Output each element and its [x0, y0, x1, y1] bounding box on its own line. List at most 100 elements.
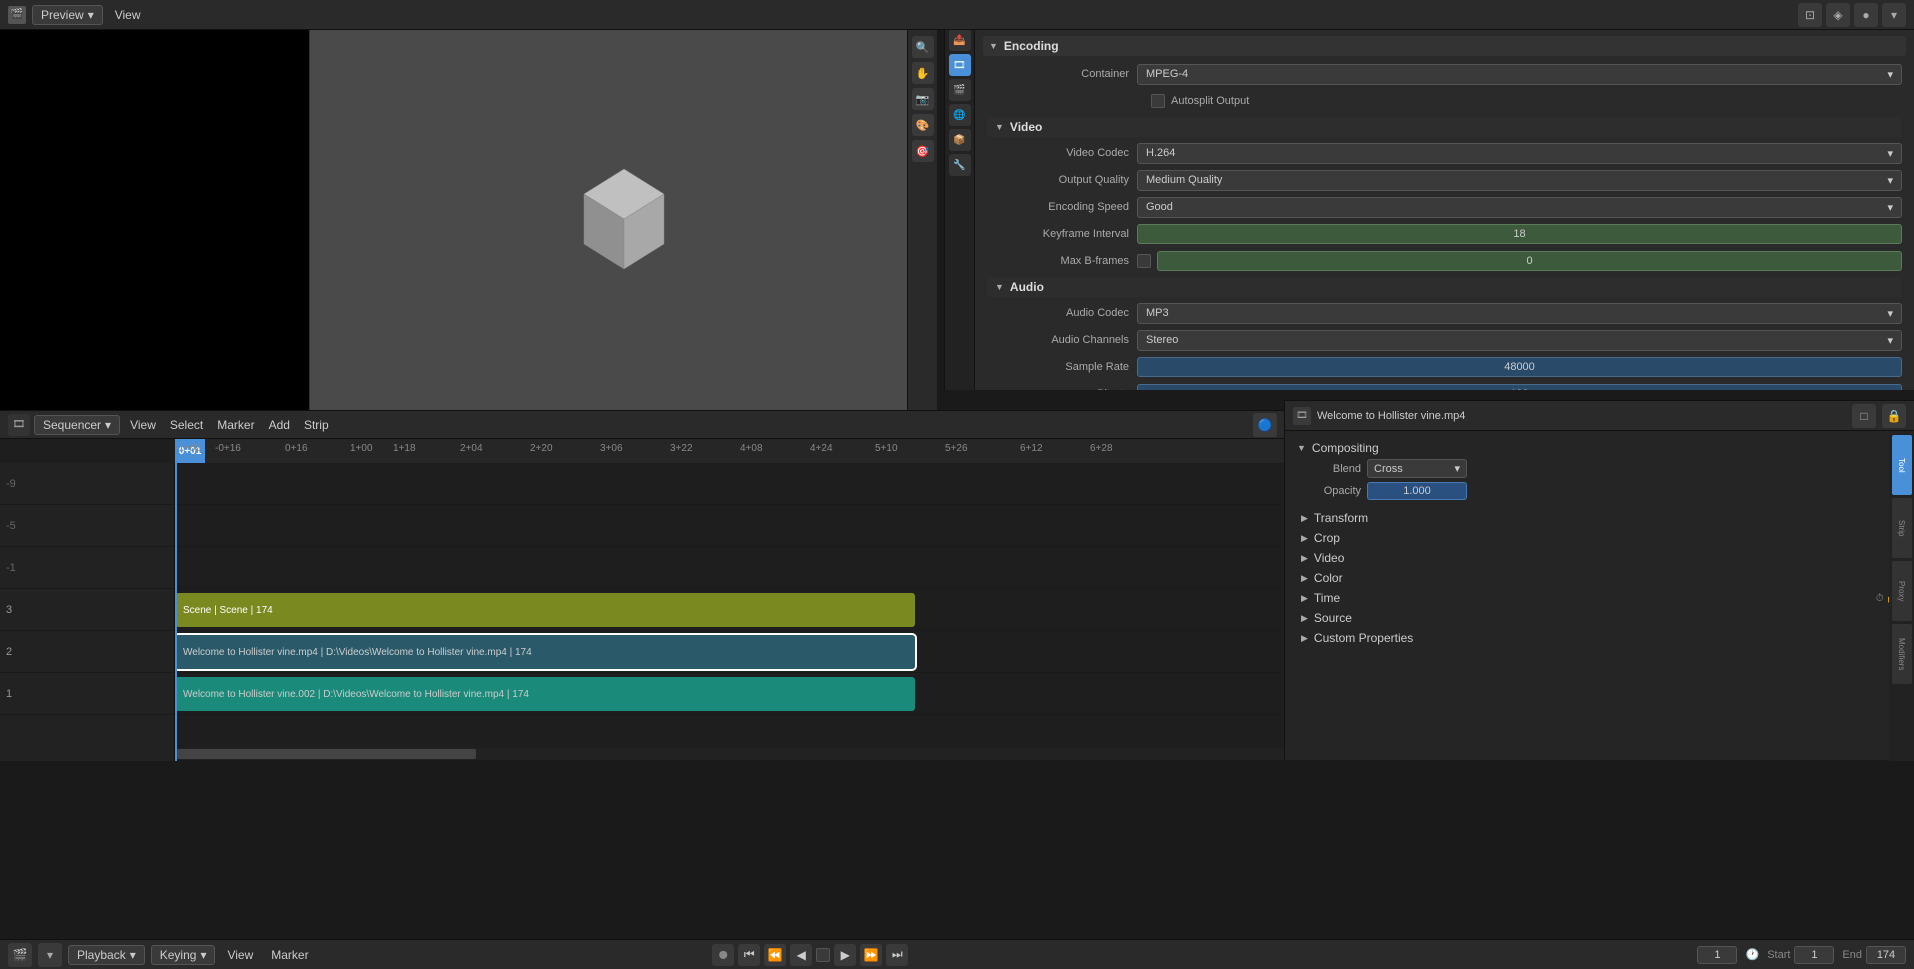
scene-strip[interactable]: Scene | Scene | 174 [175, 593, 915, 627]
color-item[interactable]: ▶ Color [1293, 568, 1906, 588]
seq-icon[interactable]: 🎞 [8, 414, 30, 436]
topbar-left: 🎬 Preview ▾ View [0, 5, 155, 25]
camera-icon[interactable]: 📷 [912, 88, 934, 110]
video-label: Video [1314, 551, 1344, 565]
ruler-306: 3+06 [600, 443, 623, 454]
output-quality-dropdown[interactable]: Medium Quality ▾ [1137, 170, 1902, 191]
viewport-area: 🔍 ✋ 📷 🎨 🎯 [0, 30, 937, 410]
modifier-prop-icon[interactable]: 🔧 [949, 154, 971, 176]
keyframe-interval-row: Keyframe Interval 18 [987, 222, 1902, 246]
overlay-icon[interactable]: ◈ [1826, 3, 1850, 27]
bottom-marker-menu[interactable]: Marker [265, 946, 314, 964]
video-codec-dropdown[interactable]: H.264 ▾ [1137, 143, 1902, 164]
audio-codec-dropdown[interactable]: MP3 ▾ [1137, 303, 1902, 324]
frame-view-icon[interactable]: ⊡ [1798, 3, 1822, 27]
h-scrollbar[interactable] [175, 748, 1285, 760]
zoom-icon[interactable]: 🔍 [912, 36, 934, 58]
seq-menu-select[interactable]: Select [164, 416, 209, 434]
keyframe-interval-value[interactable]: 18 [1137, 224, 1902, 244]
encoding-rows: Container MPEG-4 ▾ Autosplit Output [983, 62, 1906, 390]
output-prop-icon[interactable]: 📤 [949, 29, 971, 51]
bottom-view-menu[interactable]: View [221, 946, 259, 964]
seq-menu-strip[interactable]: Strip [298, 416, 335, 434]
ruler-100: 1+00 [350, 443, 373, 454]
start-value[interactable]: 1 [1794, 946, 1834, 964]
bottom-icon2[interactable]: ▾ [38, 943, 62, 967]
compositing-label: Compositing [1312, 441, 1379, 455]
seq-menu-add[interactable]: Add [263, 416, 296, 434]
tab-tool[interactable]: Tool [1892, 435, 1912, 495]
encoding-section-header[interactable]: ▼ Encoding [983, 36, 1906, 56]
prev-keyframe-btn[interactable]: ⏪ [764, 944, 786, 966]
source-item[interactable]: ▶ Source [1293, 608, 1906, 628]
bitrate-value[interactable]: 192 [1137, 384, 1902, 390]
end-label: End [1842, 949, 1862, 961]
seq-menu-marker[interactable]: Marker [211, 416, 260, 434]
world-prop-icon[interactable]: 🌐 [949, 104, 971, 126]
max-bframes-value[interactable]: 0 [1157, 251, 1902, 271]
playback-dropdown[interactable]: Playback ▾ [68, 945, 145, 965]
scrollbar-thumb[interactable] [176, 749, 476, 759]
start-field: Start 1 [1767, 946, 1834, 964]
tab-strip[interactable]: Strip [1892, 498, 1912, 558]
viewport-icon[interactable]: 🎬 [8, 6, 26, 24]
strip-checkbox[interactable]: □ [1852, 404, 1876, 428]
properties-panel: 🖥 📤 🎞 🎬 🌐 📦 🔧 🎞 Properties ≡ ▼ Encoding [944, 0, 1914, 390]
preview-dropdown[interactable]: Preview ▾ [32, 5, 103, 25]
paint-icon[interactable]: 🎨 [912, 114, 934, 136]
tab-modifiers[interactable]: Modifiers [1892, 624, 1912, 684]
opacity-value[interactable]: 1.000 [1367, 482, 1467, 500]
end-value[interactable]: 174 [1866, 946, 1906, 964]
seq-menu-view[interactable]: View [124, 416, 162, 434]
view-menu-item[interactable]: View [109, 6, 147, 24]
audio-channels-dropdown[interactable]: Stereo ▾ [1137, 330, 1902, 351]
dropdown-toggle[interactable]: ▾ [1882, 3, 1906, 27]
sequencer-header: 🎞 Sequencer ▾ View Select Marker Add Str… [0, 411, 1285, 439]
time-item[interactable]: ▶ Time ⏱ 🔒 [1293, 588, 1906, 608]
crop-item[interactable]: ▶ Crop [1293, 528, 1906, 548]
encoding-prop-icon[interactable]: 🎞 [949, 54, 971, 76]
audio-channels-row: Audio Channels Stereo ▾ [987, 328, 1902, 352]
seq-snap-icon[interactable]: 🔵 [1253, 413, 1277, 437]
video-strip-2[interactable]: Welcome to Hollister vine.002 | D:\Video… [175, 677, 915, 711]
step-forward-btn[interactable]: ▶ [834, 944, 856, 966]
render-icon[interactable]: ● [1854, 3, 1878, 27]
audio-section-header[interactable]: ▼ Audio [987, 277, 1902, 297]
cube-3d [564, 159, 684, 282]
video-item[interactable]: ▶ Video [1293, 548, 1906, 568]
container-dropdown[interactable]: MPEG-4 ▾ [1137, 64, 1902, 85]
jump-start-btn[interactable]: ⏮ [738, 944, 760, 966]
stop-btn[interactable] [816, 948, 830, 962]
ruler-408: 4+08 [740, 443, 763, 454]
current-frame-display[interactable]: 1 [1697, 946, 1737, 964]
bottom-right: 1 🕐 Start 1 End 174 [1697, 946, 1906, 964]
ruler-322: 3+22 [670, 443, 693, 454]
max-bframes-checkbox[interactable] [1137, 254, 1151, 268]
sample-rate-value[interactable]: 48000 [1137, 357, 1902, 377]
viewport-main[interactable] [310, 30, 937, 410]
encoding-section-title: Encoding [1004, 39, 1059, 53]
next-keyframe-btn[interactable]: ⏩ [860, 944, 882, 966]
autosplit-checkbox[interactable] [1151, 94, 1165, 108]
custom-props-item[interactable]: ▶ Custom Properties [1293, 628, 1906, 648]
video-section-header[interactable]: ▼ Video [987, 117, 1902, 137]
autosplit-row: Autosplit Output [987, 89, 1902, 113]
record-btn[interactable]: ⬤ [712, 944, 734, 966]
step-back-btn[interactable]: ◀ [790, 944, 812, 966]
hand-icon[interactable]: ✋ [912, 62, 934, 84]
strip-lock[interactable]: 🔒 [1882, 404, 1906, 428]
compositing-header[interactable]: ▼ Compositing [1293, 439, 1906, 457]
keying-dropdown[interactable]: Keying ▾ [151, 945, 216, 965]
scene-prop-icon[interactable]: 🎬 [949, 79, 971, 101]
target-icon[interactable]: 🎯 [912, 140, 934, 162]
bottom-scene-icon[interactable]: 🎬 [8, 943, 32, 967]
ruler-204: 2+04 [460, 443, 483, 454]
jump-end-btn[interactable]: ⏭ [886, 944, 908, 966]
transform-item[interactable]: ▶ Transform [1293, 508, 1906, 528]
blend-dropdown[interactable]: Cross ▾ [1367, 459, 1467, 478]
video-strip-1[interactable]: Welcome to Hollister vine.mp4 | D:\Video… [175, 635, 915, 669]
tab-proxy[interactable]: Proxy [1892, 561, 1912, 621]
object-prop-icon[interactable]: 📦 [949, 129, 971, 151]
sequencer-dropdown[interactable]: Sequencer ▾ [34, 415, 120, 435]
encoding-speed-dropdown[interactable]: Good ▾ [1137, 197, 1902, 218]
